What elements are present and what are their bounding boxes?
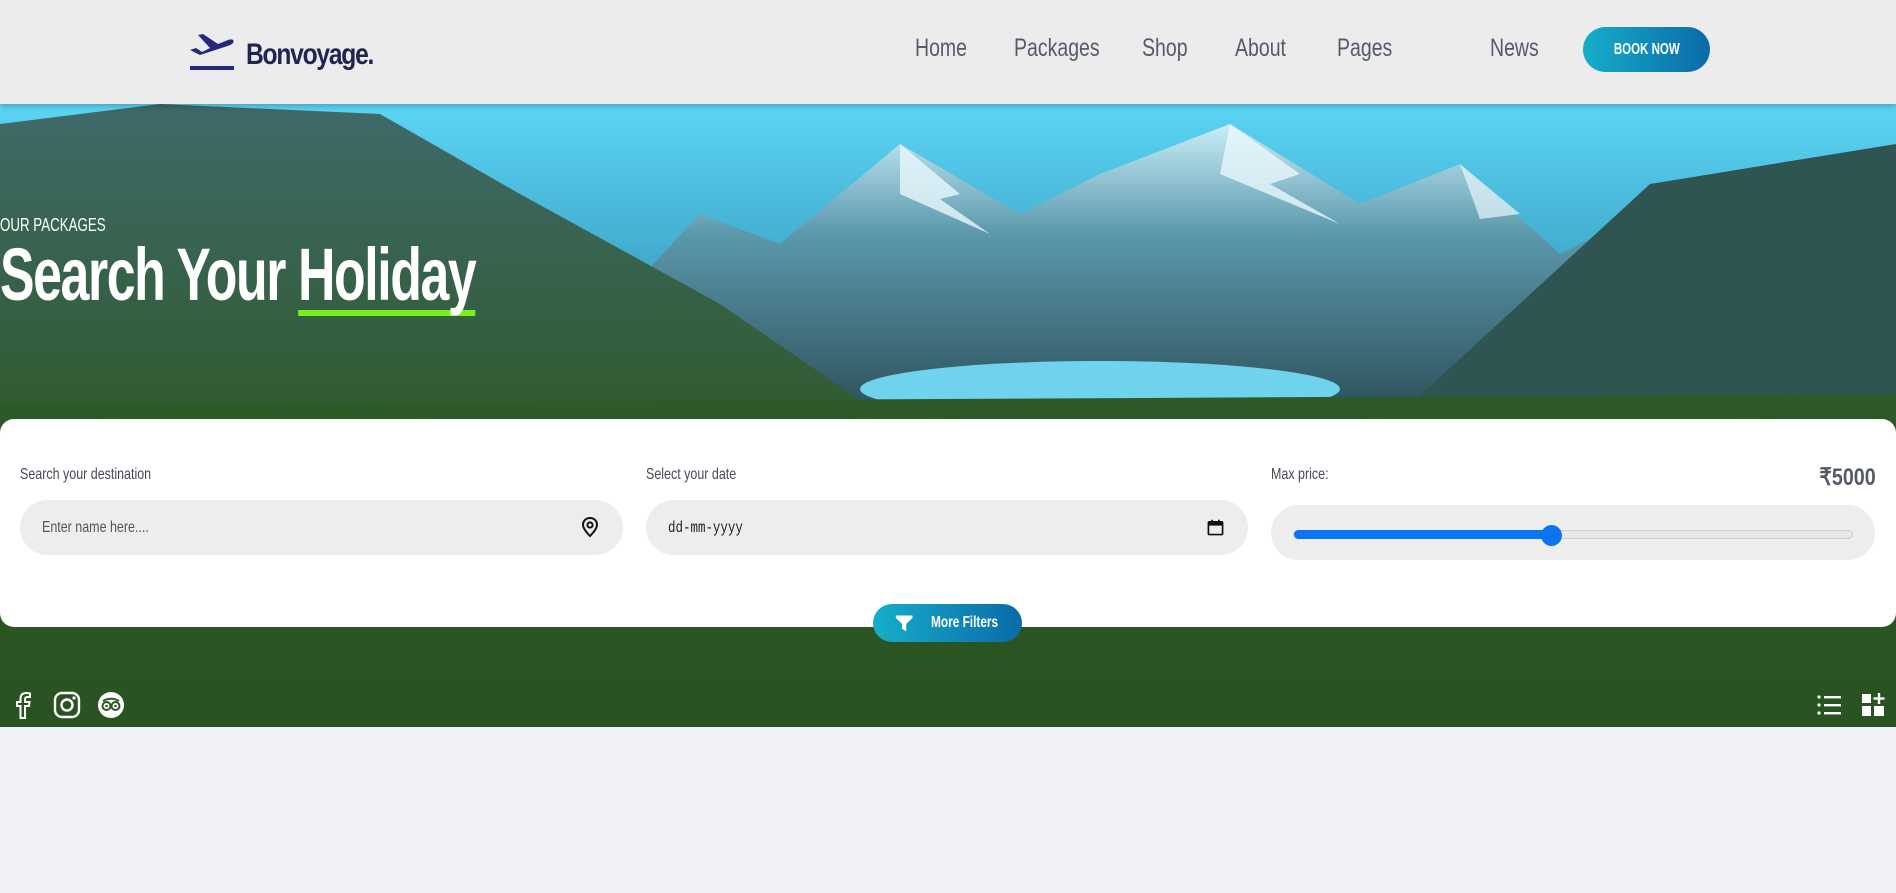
- hero-title: Search Your Holiday: [0, 232, 477, 317]
- more-filters-button[interactable]: More Filters: [873, 604, 1022, 642]
- book-now-label: BOOK NOW: [1613, 40, 1680, 58]
- tripadvisor-icon[interactable]: [96, 690, 126, 720]
- instagram-icon[interactable]: [52, 690, 82, 720]
- date-input[interactable]: dd-mm-yyyy: [646, 500, 1248, 555]
- nav-shop[interactable]: Shop: [1142, 34, 1188, 63]
- price-label: Max price:: [1271, 466, 1329, 483]
- nav-home[interactable]: Home: [915, 34, 967, 63]
- list-view-icon[interactable]: [1816, 692, 1842, 718]
- price-slider[interactable]: [1271, 505, 1875, 560]
- grid-view-icon[interactable]: [1860, 692, 1886, 718]
- calendar-icon[interactable]: [1207, 519, 1224, 536]
- site-header: Bonvoyage. Home Packages Shop About Page…: [0, 0, 1896, 104]
- date-label: Select your date: [646, 466, 737, 483]
- view-toggle-group: [1816, 692, 1886, 718]
- map-pin-icon: [581, 516, 599, 538]
- date-placeholder: dd-mm-yyyy: [668, 518, 743, 537]
- search-panel: Search your destination Enter name here.…: [0, 419, 1896, 627]
- destination-input[interactable]: Enter name here....: [20, 500, 623, 555]
- nav-pages[interactable]: Pages: [1337, 34, 1392, 63]
- facebook-icon[interactable]: [8, 690, 38, 720]
- hero-title-prefix: Search Your: [0, 233, 286, 316]
- nav-about[interactable]: About: [1235, 34, 1286, 63]
- destination-label: Search your destination: [20, 466, 152, 483]
- nav-packages[interactable]: Packages: [1014, 34, 1100, 63]
- slider-track[interactable]: [1293, 525, 1853, 546]
- nav-news[interactable]: News: [1490, 34, 1539, 63]
- filter-icon: [895, 615, 913, 632]
- more-filters-label: More Filters: [931, 614, 999, 631]
- book-now-button[interactable]: BOOK NOW: [1583, 27, 1710, 72]
- price-value: ₹5000: [1819, 464, 1876, 491]
- social-links: [8, 690, 126, 720]
- slider-thumb[interactable]: [1540, 525, 1562, 546]
- slider-fill: [1294, 530, 1551, 539]
- hero-title-highlight: Holiday: [297, 233, 477, 317]
- destination-placeholder: Enter name here....: [42, 518, 149, 536]
